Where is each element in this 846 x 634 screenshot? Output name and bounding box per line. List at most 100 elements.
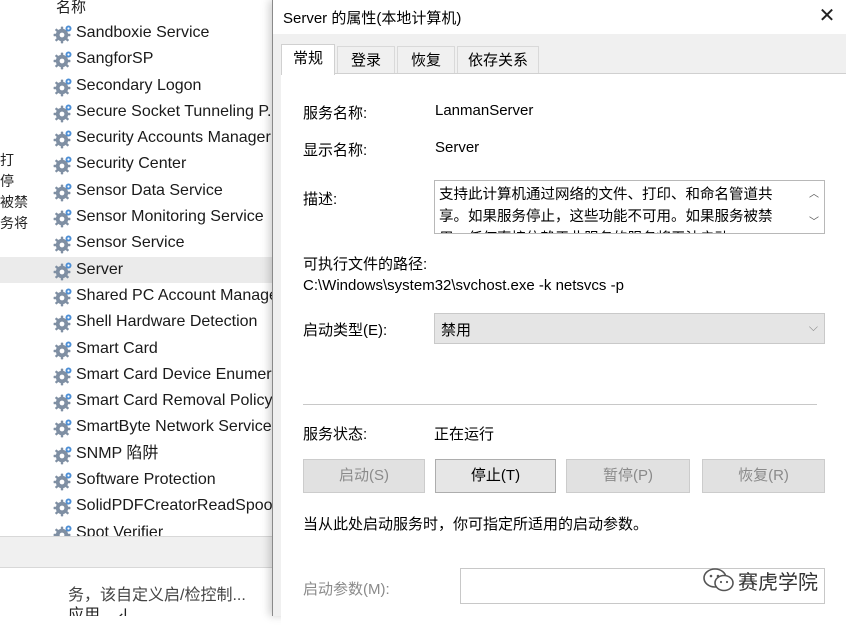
service-row[interactable]: Sensor Data Service <box>0 178 272 204</box>
service-gear-icon <box>53 261 73 281</box>
service-gear-icon <box>53 471 73 491</box>
document-text-line: 应用。↲ <box>68 607 130 616</box>
resume-button[interactable]: 恢复(R) <box>702 459 825 493</box>
service-gear-icon <box>53 313 73 333</box>
startup-type-dropdown[interactable]: 禁用 ⌵ <box>434 313 825 344</box>
tab-logon[interactable]: 登录 <box>337 46 395 74</box>
description-text[interactable]: 支持此计算机通过网络的文件、打印、和命名管道共享。如果服务停止，这些功能不可用。… <box>439 184 801 233</box>
tab-recovery[interactable]: 恢复 <box>397 46 455 74</box>
watermark-text: 赛虎学院 <box>738 572 818 594</box>
service-gear-icon <box>53 418 73 438</box>
display-name-label: 显示名称: <box>303 142 368 159</box>
service-gear-icon <box>53 208 73 228</box>
divider <box>303 404 817 405</box>
wechat-icon <box>703 568 734 592</box>
service-gear-icon <box>53 24 73 44</box>
horizontal-scrollbar[interactable] <box>0 536 272 568</box>
description-label: 描述: <box>303 191 338 208</box>
service-name: Smart Card Removal Policy <box>76 392 272 410</box>
name-column-header[interactable]: 名称 <box>56 0 86 17</box>
startup-type-value: 禁用 <box>441 322 472 339</box>
service-name: Secure Socket Tunneling P... <box>76 102 272 120</box>
start-button[interactable]: 启动(S) <box>303 459 425 493</box>
service-row[interactable]: Sensor Monitoring Service <box>0 204 272 230</box>
service-row[interactable]: Sandboxie Service <box>0 20 272 46</box>
chevron-down-icon: ⌵ <box>808 320 818 334</box>
description-box[interactable]: 支持此计算机通过网络的文件、打印、和命名管道共享。如果服务停止，这些功能不可用。… <box>434 180 825 234</box>
dialog-title: Server 的属性(本地计算机) <box>283 10 462 27</box>
pause-button[interactable]: 暂停(P) <box>566 459 690 493</box>
service-gear-icon <box>53 340 73 360</box>
service-gear-icon <box>53 287 73 307</box>
services-list: Sandboxie Service SangforSP Secondary Logo… <box>0 20 272 546</box>
stop-button[interactable]: 停止(T) <box>435 459 556 493</box>
service-name: Security Accounts Manager <box>76 129 271 147</box>
service-name: Security Center <box>76 155 187 173</box>
service-gear-icon <box>53 182 73 202</box>
service-name: SolidPDFCreatorReadSpool <box>76 497 272 515</box>
service-row[interactable]: SangforSP <box>0 46 272 72</box>
service-gear-icon <box>53 129 73 149</box>
service-name: SmartByte Network Service <box>76 418 272 436</box>
service-name: Sensor Data Service <box>76 181 223 199</box>
service-gear-icon <box>53 77 73 97</box>
service-row[interactable]: Smart Card Device Enumer... <box>0 362 272 388</box>
service-row[interactable]: SolidPDFCreatorReadSpool <box>0 493 272 519</box>
watermark: 赛虎学院 <box>700 566 830 594</box>
document-text-line: 务，该自定义启/检控制... <box>68 587 246 604</box>
startup-type-label: 启动类型(E): <box>303 322 388 339</box>
service-name: Smart Card <box>76 339 158 357</box>
service-row[interactable]: Shared PC Account Manager <box>0 283 272 309</box>
display-name-value: Server <box>435 139 480 156</box>
service-row[interactable]: SmartByte Network Service <box>0 414 272 440</box>
service-name: Shared PC Account Manager <box>76 286 272 304</box>
exe-path-value: C:\Windows\system32\svchost.exe -k netsv… <box>303 277 624 294</box>
dialog-title-bar[interactable]: Server 的属性(本地计算机) ✕ <box>273 0 846 34</box>
service-name: Smart Card Device Enumer... <box>76 365 272 383</box>
service-gear-icon <box>53 155 73 175</box>
close-icon[interactable]: ✕ <box>807 0 846 34</box>
exe-path-label: 可执行文件的路径: <box>303 256 428 273</box>
service-gear-icon <box>53 50 73 70</box>
service-name: Sandboxie Service <box>76 24 210 41</box>
tab-general[interactable]: 常规 <box>281 44 335 75</box>
service-row[interactable]: Shell Hardware Detection <box>0 309 272 335</box>
scroll-down-icon[interactable]: ﹀ <box>809 213 819 228</box>
service-name-value: LanmanServer <box>435 102 534 119</box>
service-row[interactable]: Smart Card Removal Policy <box>0 388 272 414</box>
service-gear-icon <box>53 103 73 123</box>
service-name: Server <box>76 260 124 278</box>
service-row[interactable]: Secure Socket Tunneling P... <box>0 99 272 125</box>
tab-dependencies[interactable]: 依存关系 <box>457 46 539 74</box>
service-row[interactable]: SNMP 陷阱 <box>0 441 272 467</box>
service-name: SNMP 陷阱 <box>76 444 159 462</box>
service-gear-icon <box>53 392 73 412</box>
start-params-hint: 当从此处启动服务时，你可指定所适用的启动参数。 <box>303 516 649 533</box>
service-name-label: 服务名称: <box>303 105 368 122</box>
service-row[interactable]: Server <box>0 256 272 283</box>
scroll-up-icon[interactable]: ︿ <box>809 185 819 200</box>
background-document-text: 务，该自定义启/检控制... 应用。↲ <box>68 586 246 616</box>
service-gear-icon <box>53 234 73 254</box>
service-status-value: 正在运行 <box>434 426 495 443</box>
start-params-label: 启动参数(M): <box>303 581 390 598</box>
description-scrollbar[interactable]: ︿ ﹀ <box>804 181 824 233</box>
services-list-pane: 名称 打 停 被禁 务将 Sandboxie Service SangforSP S… <box>0 0 272 616</box>
service-row[interactable]: Secondary Logon <box>0 73 272 99</box>
service-gear-icon <box>53 497 73 517</box>
service-name: Shell Hardware Detection <box>76 313 258 331</box>
service-name: Sensor Monitoring Service <box>76 208 264 226</box>
service-status-label: 服务状态: <box>303 426 368 443</box>
service-row[interactable]: Smart Card <box>0 336 272 362</box>
service-properties-dialog: Server 的属性(本地计算机) ✕ 常规 登录 恢复 依存关系 服务名称: … <box>272 0 846 634</box>
service-row[interactable]: Sensor Service <box>0 230 272 256</box>
service-name: SangforSP <box>76 50 154 68</box>
service-row[interactable]: Security Center <box>0 151 272 177</box>
service-gear-icon <box>53 366 73 386</box>
service-row[interactable]: Software Protection <box>0 467 272 493</box>
service-name: Sensor Service <box>76 234 185 252</box>
service-row[interactable]: Security Accounts Manager <box>0 125 272 151</box>
service-name: Software Protection <box>76 471 216 489</box>
service-gear-icon <box>53 445 73 465</box>
service-name: Secondary Logon <box>76 76 202 94</box>
